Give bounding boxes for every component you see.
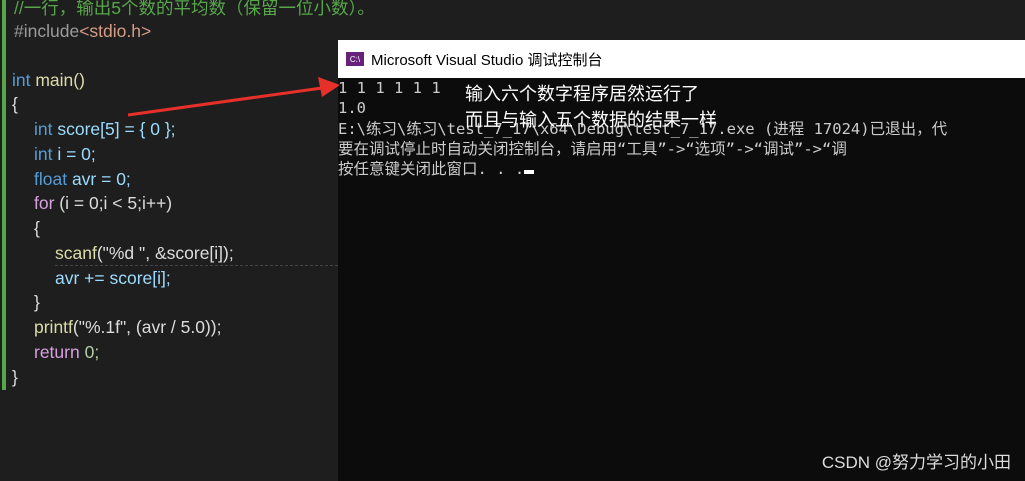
annotation-arrow [127, 77, 340, 117]
